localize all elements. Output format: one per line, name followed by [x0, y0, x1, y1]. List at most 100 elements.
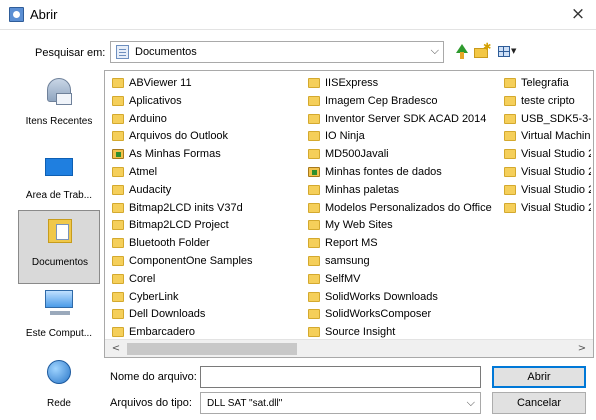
file-type-combo[interactable]: DLL SAT "sat.dll" ⌵ — [200, 392, 481, 414]
list-item[interactable]: Visual Studio 2 — [501, 200, 591, 218]
list-item[interactable]: Minhas paletas — [305, 182, 497, 200]
folder-name: USB_SDK5-3-1 — [521, 112, 591, 125]
list-item[interactable]: Visual Studio 2 — [501, 182, 591, 200]
list-item[interactable]: ABViewer 11 — [109, 75, 301, 93]
place-label: Área de Trab... — [25, 190, 93, 201]
scroll-right-button[interactable]: > — [574, 342, 590, 356]
folder-name: Minhas paletas — [325, 183, 399, 196]
open-button[interactable]: Abrir — [492, 366, 586, 388]
list-item[interactable]: Dell Downloads — [109, 306, 301, 324]
list-item[interactable]: Atmel — [109, 164, 301, 182]
folder-icon — [308, 309, 320, 320]
list-item[interactable]: Telegrafia — [501, 75, 591, 93]
list-item[interactable]: Corel — [109, 271, 301, 289]
close-button[interactable]: × — [566, 3, 590, 25]
list-item[interactable]: Arduino — [109, 111, 301, 129]
folder-name: Visual Studio 2 — [521, 183, 591, 196]
list-item[interactable]: My Web Sites — [305, 217, 497, 235]
cancel-button[interactable]: Cancelar — [492, 392, 586, 414]
list-item[interactable]: SolidWorks Downloads — [305, 289, 497, 307]
list-item[interactable]: MD500Javali — [305, 146, 497, 164]
horizontal-scrollbar[interactable]: < > — [105, 339, 593, 357]
list-item[interactable]: Inventor Server SDK ACAD 2014 — [305, 111, 497, 129]
java-app-icon — [9, 7, 24, 22]
folder-icon — [308, 184, 320, 195]
folder-icon — [112, 149, 124, 160]
file-name-input[interactable] — [200, 366, 481, 388]
folder-name: Visual Studio 2 — [521, 201, 591, 214]
folder-name: IISExpress — [325, 77, 379, 89]
list-item[interactable]: IO Ninja — [305, 128, 497, 146]
list-item[interactable]: teste cripto — [501, 93, 591, 111]
folder-name: SolidWorksComposer — [325, 308, 432, 321]
list-item[interactable]: Arquivos do Outlook — [109, 128, 301, 146]
folder-icon — [504, 166, 516, 177]
place-recent-items[interactable]: Itens Recentes — [18, 70, 100, 144]
list-item[interactable]: Report MS — [305, 235, 497, 253]
list-item[interactable]: Virtual Machin — [501, 128, 591, 146]
folder-icon — [308, 166, 320, 177]
folder-icon — [504, 149, 516, 160]
list-item[interactable]: Modelos Personalizados do Office — [305, 200, 497, 218]
list-item[interactable]: Minhas fontes de dados — [305, 164, 497, 182]
folder-icon — [112, 220, 124, 231]
folder-icon — [308, 255, 320, 266]
places-bar: Itens Recentes Área de Trab... Documentos E… — [18, 70, 100, 409]
folder-name: Corel — [129, 272, 156, 285]
folder-name: teste cripto — [521, 94, 575, 107]
title-bar: Abrir × — [0, 0, 596, 30]
list-item[interactable]: samsung — [305, 253, 497, 271]
place-desktop[interactable]: Área de Trab... — [18, 144, 100, 218]
folder-name: Arduino — [129, 112, 167, 125]
folder-name: Dell Downloads — [129, 308, 206, 321]
list-item[interactable]: Bitmap2LCD inits V37d — [109, 200, 301, 218]
place-label: Itens Recentes — [25, 116, 93, 127]
list-item[interactable]: IISExpress — [305, 75, 497, 93]
folder-icon — [112, 78, 124, 88]
file-list[interactable]: ABViewer 11 Aplicativos Arduino Arquivos do… — [104, 70, 594, 358]
new-folder-button[interactable]: ✱ — [472, 42, 492, 62]
place-label: Documentos — [31, 257, 89, 268]
scrollbar-thumb[interactable] — [127, 343, 297, 355]
folder-icon — [112, 113, 124, 124]
view-menu-icon — [498, 46, 510, 57]
folder-icon — [504, 131, 516, 142]
network-icon — [47, 360, 71, 384]
desktop-icon — [45, 158, 73, 176]
list-item[interactable]: Visual Studio 2 — [501, 164, 591, 182]
place-documents[interactable]: Documentos — [18, 210, 100, 284]
list-item[interactable]: Bitmap2LCD Project — [109, 217, 301, 235]
folder-name: Minhas fontes de dados — [325, 165, 442, 178]
chevron-down-icon: ⌵ — [430, 44, 439, 57]
folder-name: Bluetooth Folder — [129, 237, 210, 250]
documents-icon — [48, 219, 72, 243]
list-item[interactable]: CyberLink — [109, 289, 301, 307]
list-item[interactable]: Audacity — [109, 182, 301, 200]
folder-name: Audacity — [129, 183, 172, 196]
list-item[interactable]: USB_SDK5-3-1 — [501, 111, 591, 129]
up-one-level-button[interactable] — [451, 42, 469, 62]
file-column: ABViewer 11 Aplicativos Arduino Arquivos do… — [109, 75, 301, 342]
folder-icon — [308, 291, 320, 302]
look-in-combo[interactable]: Documentos ⌵ — [110, 41, 444, 63]
folder-name: Imagem Cep Bradesco — [325, 94, 438, 107]
view-menu-button[interactable]: ▼ — [496, 42, 518, 62]
folder-name: Aplicativos — [129, 94, 182, 107]
list-item[interactable]: SelfMV — [305, 271, 497, 289]
list-item[interactable]: Bluetooth Folder — [109, 235, 301, 253]
folder-name: Report MS — [325, 237, 378, 250]
place-network[interactable]: Rede — [18, 352, 100, 420]
list-item[interactable]: SolidWorksComposer — [305, 306, 497, 324]
scroll-left-button[interactable]: < — [108, 342, 124, 356]
list-item[interactable]: Visual Studio 2 — [501, 146, 591, 164]
folder-icon — [308, 273, 320, 284]
list-item[interactable]: Imagem Cep Bradesco — [305, 93, 497, 111]
folder-icon — [112, 291, 124, 302]
list-item[interactable]: Aplicativos — [109, 93, 301, 111]
place-computer[interactable]: Este Comput... — [18, 282, 100, 356]
folder-name: Source Insight — [325, 326, 396, 339]
folder-name: Atmel — [129, 165, 158, 178]
list-item[interactable]: ComponentOne Samples — [109, 253, 301, 271]
folder-name: Bitmap2LCD inits V37d — [129, 201, 243, 214]
list-item[interactable]: As Minhas Formas — [109, 146, 301, 164]
